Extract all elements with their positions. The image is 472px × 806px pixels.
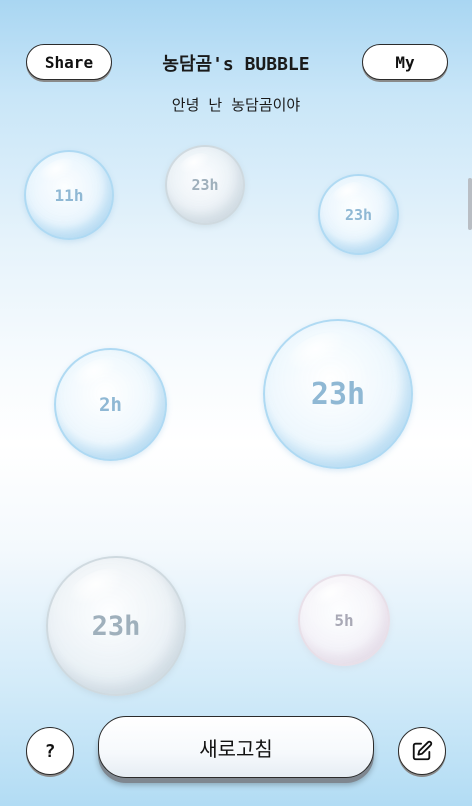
- bubble-time-label: 23h: [191, 176, 219, 194]
- edit-button[interactable]: [398, 727, 446, 775]
- bubble-time-label: 2h: [99, 393, 122, 416]
- share-button[interactable]: Share: [26, 44, 112, 80]
- pencil-square-icon: [412, 740, 433, 761]
- bubble-shine: [310, 577, 354, 612]
- bubble-item[interactable]: 2h: [54, 348, 167, 461]
- bubble-shine: [281, 323, 354, 380]
- my-button[interactable]: My: [362, 44, 448, 80]
- refresh-button[interactable]: 새로고침: [98, 716, 374, 778]
- page-subtitle: 안녕 난 농담곰이야: [171, 96, 301, 114]
- bubble-item[interactable]: 23h: [263, 319, 413, 469]
- bubble-time-label: 23h: [344, 205, 373, 224]
- help-button[interactable]: ?: [26, 727, 74, 775]
- bubble-item[interactable]: 5h: [298, 574, 390, 666]
- bubble-time-label: 23h: [91, 610, 141, 642]
- page-title: 농담곰's BUBBLE: [162, 54, 310, 75]
- bubble-shine: [68, 351, 123, 394]
- bubble-item[interactable]: 23h: [318, 174, 399, 255]
- scrollbar[interactable]: [468, 178, 472, 230]
- bubble-item[interactable]: 23h: [165, 145, 245, 225]
- bubble-time-label: 5h: [334, 610, 354, 630]
- bubble-time-label: 23h: [310, 376, 366, 412]
- bubble-time-label: 11h: [54, 185, 84, 205]
- bubble-item[interactable]: 23h: [46, 556, 186, 696]
- bubble-shine: [63, 560, 131, 613]
- bubble-shine: [328, 177, 367, 207]
- bubble-shine: [35, 153, 79, 187]
- bubble-item[interactable]: 11h: [24, 150, 114, 240]
- bubble-shine: [175, 148, 214, 178]
